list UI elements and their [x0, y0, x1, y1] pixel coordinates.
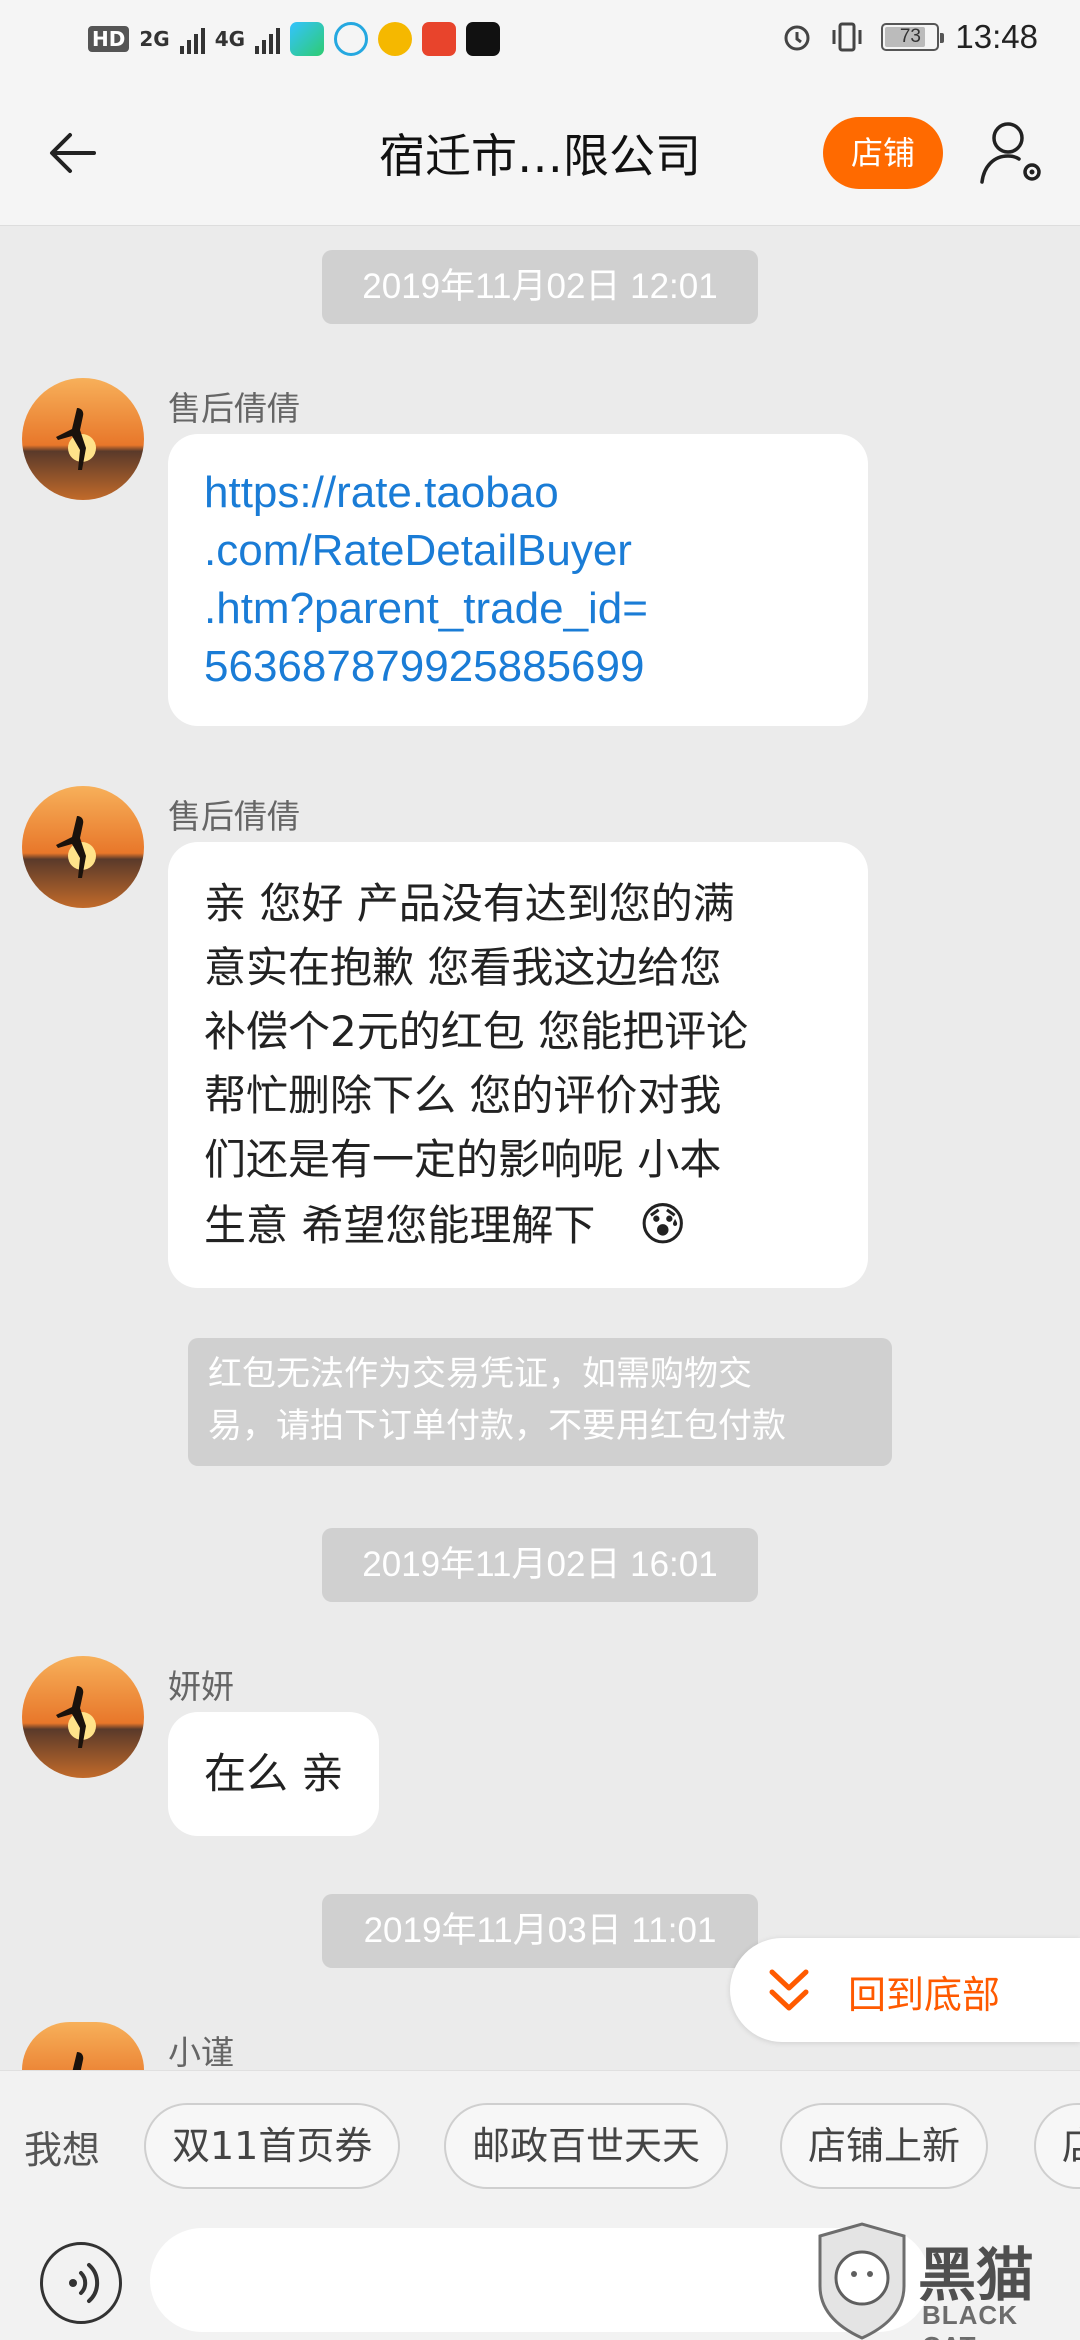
- watermark-text: BLACK CAT: [922, 2300, 1018, 2340]
- notice-line: 易，请拍下订单付款，不要用红包付款: [208, 1406, 786, 1446]
- message-bubble[interactable]: 亲 您好 产品没有达到您的满 意实在抱歉 您看我这边给您 补偿个2元的红包 您能…: [168, 842, 868, 1288]
- signal-icon: [179, 24, 205, 54]
- shop-button[interactable]: 店铺: [823, 117, 943, 189]
- voice-wave-icon: [69, 2263, 100, 2303]
- timestamp: 2019年11月02日 16:01: [322, 1528, 758, 1602]
- battery-indicator: 73: [881, 23, 945, 51]
- network-4g-indicator: 4G: [214, 27, 246, 51]
- back-to-bottom-button[interactable]: 回到底部: [730, 1938, 1080, 2042]
- network-2g-indicator: 2G: [139, 27, 170, 51]
- notice-line: 红包无法作为交易凭证，如需购物交: [208, 1354, 752, 1394]
- back-to-bottom-label: 回到底部: [848, 1973, 1001, 2017]
- chat-app-icon: [334, 22, 369, 56]
- watermark: 黑猫 BLACK CAT: [812, 2222, 1080, 2340]
- quick-reply-chip[interactable]: 双11首页券: [144, 2103, 401, 2189]
- link-line[interactable]: https://rate.taobao: [204, 464, 832, 522]
- status-bar: HD 2G 4G 73 13:48: [0, 0, 1080, 80]
- timestamp: 2019年11月02日 12:01: [322, 250, 758, 324]
- sender-name: 售后倩倩: [168, 797, 300, 836]
- quick-reply-chip[interactable]: 店铺上新: [780, 2103, 989, 2189]
- status-icons-left: HD 2G 4G: [88, 22, 501, 56]
- message-line: 亲 您好 产品没有达到您的满: [204, 879, 735, 928]
- quick-reply-bar: 我想 双11首页券 邮政百世天天 店铺上新 店: [0, 2070, 1080, 2216]
- emoji-icon: 😰: [638, 1197, 687, 1251]
- message-line: 们还是有一定的影响呢 小本: [204, 1135, 722, 1184]
- tiktok-icon: [466, 22, 501, 56]
- sender-name: 小谨: [168, 2033, 234, 2072]
- weibo-icon: [378, 22, 413, 56]
- quick-reply-chip[interactable]: 邮政百世天天: [444, 2103, 729, 2189]
- clock: 13:48: [955, 18, 1038, 55]
- video-player-icon: [422, 22, 457, 56]
- system-notice: 红包无法作为交易凭证，如需购物交 易，请拍下订单付款，不要用红包付款: [188, 1338, 892, 1466]
- avatar[interactable]: [22, 1656, 144, 1778]
- sender-name: 售后倩倩: [168, 389, 300, 428]
- message-line: 生意 希望您能理解下 😰: [204, 1197, 687, 1251]
- message-line: 意实在抱歉 您看我这边给您: [204, 943, 722, 992]
- message-bubble[interactable]: 在么 亲: [168, 1712, 380, 1836]
- avatar[interactable]: [22, 786, 144, 908]
- vibrate-icon: [832, 22, 862, 52]
- message-line: 在么 亲: [204, 1749, 344, 1798]
- black-cat-logo: [818, 2222, 906, 2340]
- avatar[interactable]: [22, 2022, 144, 2070]
- alarm-icon: [784, 25, 810, 51]
- voice-input-button[interactable]: [40, 2242, 122, 2324]
- video-app-icon: [290, 22, 325, 56]
- user-settings-icon[interactable]: [978, 116, 1046, 190]
- message-line: 补偿个2元的红包 您能把评论: [204, 1007, 749, 1056]
- sender-name: 妍妍: [168, 1667, 234, 1706]
- link-line[interactable]: .com/RateDetailBuyer: [204, 522, 832, 580]
- chat-header: 宿迁市…限公司 店铺: [0, 80, 1080, 226]
- link-line[interactable]: .htm?parent_trade_id=: [204, 580, 832, 638]
- timestamp: 2019年11月03日 11:01: [322, 1894, 758, 1968]
- hd-indicator: HD: [88, 26, 130, 52]
- signal-icon-2: [255, 24, 281, 54]
- status-icons-right: 73 13:48: [781, 18, 1038, 56]
- double-chevron-down-icon: [769, 1969, 809, 2011]
- quick-reply-chip[interactable]: 店: [1034, 2103, 1080, 2189]
- link-line[interactable]: 563687879925885699: [204, 638, 832, 696]
- message-bubble-link[interactable]: https://rate.taobao .com/RateDetailBuyer…: [168, 434, 868, 726]
- avatar[interactable]: [22, 378, 144, 500]
- quick-reply-prefix: 我想: [24, 2128, 101, 2172]
- message-line: 帮忙删除下么 您的评价对我: [204, 1071, 722, 1120]
